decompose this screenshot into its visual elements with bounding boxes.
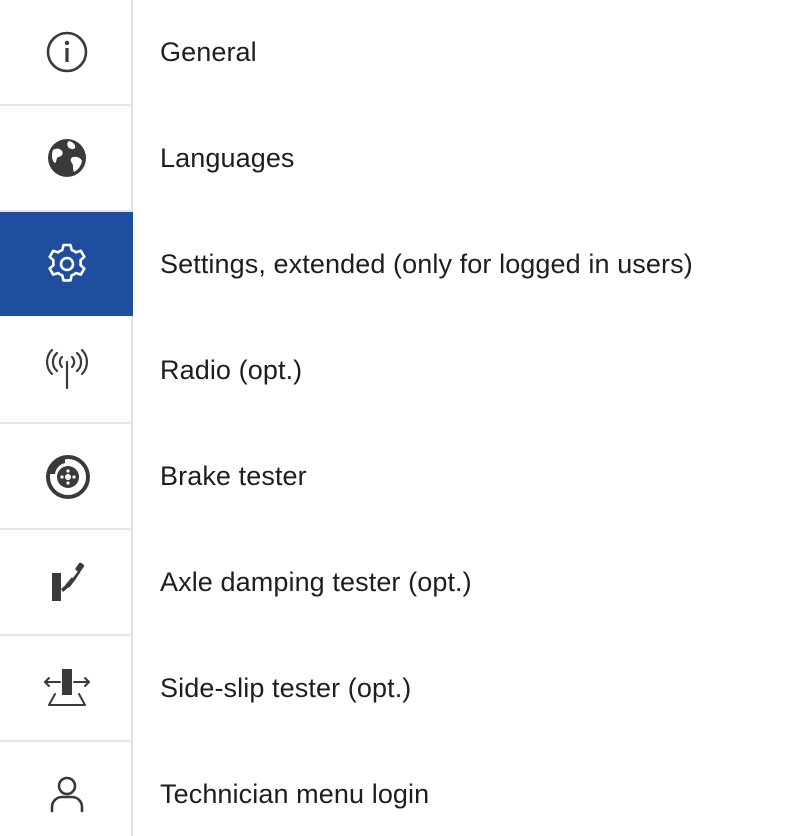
menu-icon-cell	[0, 636, 133, 740]
side-menu: General Languages Settings, extended (on…	[0, 0, 786, 836]
menu-icon-cell	[0, 530, 133, 634]
menu-item-technician-login[interactable]: Technician menu login	[0, 742, 786, 836]
menu-item-side-slip-tester[interactable]: Side-slip tester (opt.)	[0, 636, 786, 742]
gear-icon	[44, 241, 90, 287]
globe-icon	[45, 136, 89, 180]
menu-item-languages[interactable]: Languages	[0, 106, 786, 212]
radio-antenna-icon	[41, 348, 93, 392]
menu-item-radio[interactable]: Radio (opt.)	[0, 318, 786, 424]
menu-icon-cell	[0, 212, 133, 316]
menu-item-label: Radio (opt.)	[160, 354, 303, 385]
menu-item-label: Axle damping tester (opt.)	[160, 566, 472, 597]
menu-item-label: General	[160, 36, 257, 67]
user-icon	[45, 772, 89, 816]
menu-icon-cell	[0, 0, 133, 104]
menu-item-label: Settings, extended (only for logged in u…	[160, 248, 693, 279]
shock-absorber-icon	[44, 559, 90, 605]
info-icon	[44, 29, 90, 75]
menu-item-label: Brake tester	[160, 460, 307, 491]
menu-icon-cell	[0, 318, 133, 422]
menu-item-brake-tester[interactable]: Brake tester	[0, 424, 786, 530]
menu-item-axle-damping-tester[interactable]: Axle damping tester (opt.)	[0, 530, 786, 636]
brake-disc-icon	[43, 452, 91, 500]
menu-item-label: Side-slip tester (opt.)	[160, 672, 412, 703]
side-slip-icon	[41, 665, 93, 711]
menu-item-label: Technician menu login	[160, 778, 430, 809]
menu-icon-cell	[0, 106, 133, 210]
menu-item-label: Languages	[160, 142, 295, 173]
menu-icon-cell	[0, 742, 133, 836]
menu-item-settings[interactable]: Settings, extended (only for logged in u…	[0, 212, 786, 316]
menu-item-general[interactable]: General	[0, 0, 786, 106]
menu-icon-cell	[0, 424, 133, 528]
